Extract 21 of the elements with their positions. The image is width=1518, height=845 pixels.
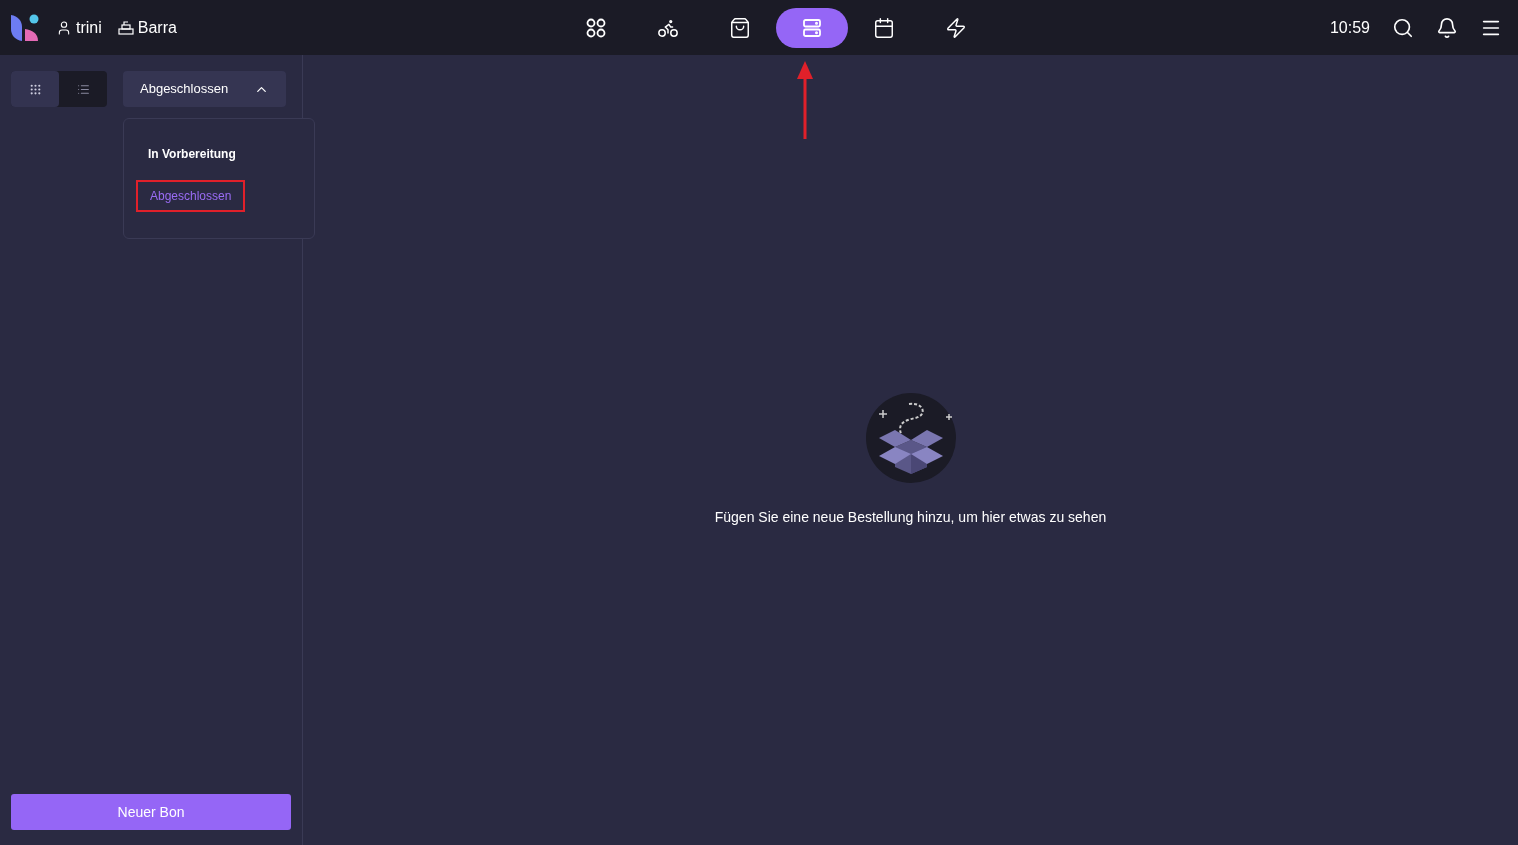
search-icon[interactable] (1392, 16, 1414, 39)
status-dropdown[interactable]: Abgeschlossen (123, 71, 286, 107)
dot-grid-icon (28, 82, 42, 96)
register-name[interactable]: Barra (137, 15, 177, 40)
app-logo (10, 12, 40, 43)
lightning-icon (945, 16, 967, 39)
list-icon (76, 82, 90, 96)
dropdown-option[interactable]: Abgeschlossen (136, 180, 246, 212)
shopping-bag-icon (729, 16, 751, 39)
empty-state-message: Fügen Sie eine neue Bestellung hinzu, um hier etwas zu sehen (714, 508, 1107, 527)
dropdown-option[interactable]: In Vorbereitung (136, 145, 248, 163)
new-receipt-button[interactable]: Neuer Bon (11, 794, 291, 830)
four-circles-icon (585, 16, 607, 39)
user-name[interactable]: trini (76, 15, 102, 40)
cash-register-icon (117, 20, 134, 35)
stacked-bars-icon (801, 16, 823, 39)
calendar-icon (873, 16, 895, 39)
user-icon (56, 19, 72, 36)
notification-bell-icon[interactable] (1436, 16, 1458, 39)
nav-tab[interactable] (776, 7, 848, 48)
clock-time: 10:59 (1329, 17, 1370, 38)
